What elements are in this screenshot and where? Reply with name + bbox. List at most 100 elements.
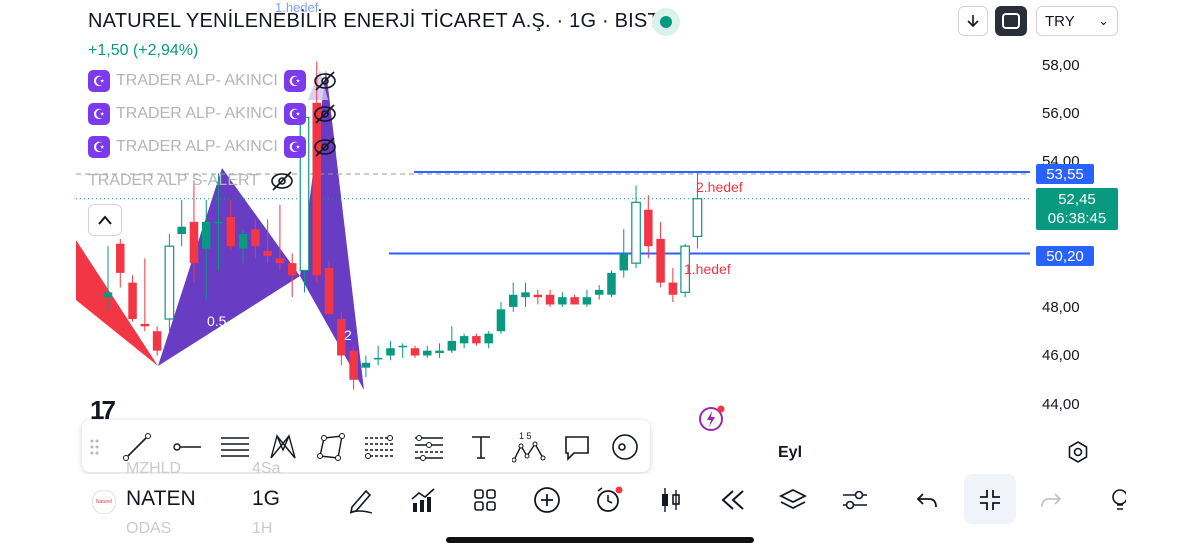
candle[interactable] <box>447 326 457 354</box>
sliders-icon <box>843 490 867 510</box>
eye-off-icon[interactable] <box>312 70 338 92</box>
horizontal-ray-icon <box>173 443 201 451</box>
candle[interactable] <box>508 282 518 312</box>
more-button[interactable] <box>1106 484 1126 516</box>
text-tool[interactable] <box>464 430 498 464</box>
candle[interactable] <box>656 221 665 288</box>
eye-off-icon[interactable] <box>269 170 295 192</box>
candle[interactable] <box>423 345 432 358</box>
candle[interactable] <box>619 229 629 278</box>
candle-body <box>644 209 653 247</box>
crescent-icon: ☪ <box>88 103 110 125</box>
horizontal-ray-tool[interactable] <box>170 430 204 464</box>
candle-body <box>619 253 629 271</box>
candle[interactable] <box>496 302 506 334</box>
elliott-wave-tool[interactable]: 1 5 <box>512 430 546 464</box>
market-status-dot[interactable] <box>652 8 680 36</box>
rewind-icon <box>721 490 744 510</box>
candle[interactable] <box>484 331 493 349</box>
candle[interactable] <box>152 326 162 356</box>
candle[interactable] <box>410 345 420 358</box>
eye-off-icon[interactable] <box>312 136 338 158</box>
replay-button[interactable] <box>716 484 750 516</box>
candle[interactable] <box>607 270 616 298</box>
object-tree-button[interactable] <box>776 484 810 516</box>
lightbulb-icon <box>1112 489 1126 510</box>
fib-ratio-label: 0.5 <box>207 313 227 329</box>
candle[interactable] <box>287 253 297 298</box>
candle[interactable] <box>582 289 592 307</box>
alerts-button[interactable] <box>592 484 626 516</box>
candle[interactable] <box>533 289 543 305</box>
exit-fullscreen-icon-wrap[interactable] <box>973 484 1007 516</box>
candle[interactable] <box>435 343 444 358</box>
drag-handle-icon[interactable] <box>84 430 104 464</box>
symbol-logo[interactable]: Naturel <box>92 490 116 514</box>
xabcd-pattern-tool[interactable] <box>266 430 300 464</box>
pattern-purple-1[interactable] <box>158 168 300 366</box>
candle[interactable] <box>128 275 137 322</box>
candle[interactable] <box>140 258 150 332</box>
candle[interactable] <box>398 343 407 358</box>
candle-body <box>656 238 665 283</box>
candle[interactable] <box>386 340 395 361</box>
candle[interactable] <box>644 195 653 259</box>
trend-line-tool[interactable] <box>120 430 154 464</box>
candle-body <box>275 258 285 264</box>
eye-off-icon[interactable] <box>312 103 338 125</box>
chart-type-button[interactable] <box>654 484 688 516</box>
alert-indicator-row[interactable]: TRADER ALP S-ALERT <box>88 170 295 192</box>
candle[interactable] <box>459 333 469 349</box>
candle[interactable] <box>594 285 604 300</box>
download-button[interactable] <box>958 6 988 36</box>
callout-tool[interactable] <box>560 430 594 464</box>
candle[interactable] <box>116 238 125 288</box>
candle[interactable] <box>558 292 567 307</box>
alert-indicator-label: TRADER ALP S-ALERT <box>88 172 260 189</box>
fullscreen-button[interactable] <box>995 6 1027 36</box>
candle[interactable] <box>472 333 481 346</box>
interval-button[interactable]: 1G <box>252 487 280 511</box>
indicators-icon <box>411 488 435 512</box>
parallel-channel-tool[interactable] <box>218 430 252 464</box>
indicator-row-3[interactable]: ☪ TRADER ALP- AKINCI ☪ <box>88 134 338 160</box>
fib-retracement-tool[interactable] <box>362 430 396 464</box>
indicator-row-1[interactable]: ☪ TRADER ALP- AKINCI ☪ <box>88 68 338 94</box>
candle[interactable] <box>668 268 678 303</box>
candle[interactable] <box>177 199 186 247</box>
candle-body <box>484 333 493 344</box>
layouts-button[interactable] <box>468 484 502 516</box>
candle[interactable] <box>349 345 358 390</box>
candle[interactable] <box>275 204 285 271</box>
fib-channel-tool[interactable] <box>412 430 446 464</box>
collapse-legend-button[interactable] <box>88 204 122 236</box>
settings-sliders-button[interactable] <box>838 484 872 516</box>
fib-channel-icon <box>415 435 443 461</box>
indicator-label: TRADER ALP- AKINCI <box>116 105 278 122</box>
cursor-tool[interactable] <box>608 430 642 464</box>
candle[interactable] <box>570 294 579 305</box>
polyline-icon <box>317 433 345 461</box>
candle[interactable] <box>164 234 175 332</box>
indicators-button[interactable] <box>406 484 440 516</box>
add-button[interactable] <box>530 484 564 516</box>
price-change: +1,50 (+2,94%) <box>88 42 199 59</box>
indicator-row-2[interactable]: ☪ TRADER ALP- AKINCI ☪ <box>88 101 338 127</box>
candle[interactable] <box>324 260 334 315</box>
ghost-symbol-above: MZHLD <box>126 460 182 477</box>
undo-button[interactable] <box>910 484 944 516</box>
flash-alert-icon[interactable] <box>698 404 726 432</box>
candle[interactable] <box>373 345 383 366</box>
chart-settings-icon[interactable] <box>1066 440 1090 464</box>
redo-button[interactable] <box>1034 484 1068 516</box>
symbol-button[interactable]: NATEN <box>126 487 196 511</box>
drawing-tools-button[interactable] <box>344 484 378 516</box>
candle[interactable] <box>545 289 555 307</box>
candle[interactable] <box>521 282 530 307</box>
candle[interactable] <box>631 185 641 269</box>
polyline-tool[interactable] <box>314 430 348 464</box>
candle-body <box>263 251 272 256</box>
currency-select[interactable]: TRY ⌄ <box>1036 6 1118 36</box>
price-tick: 48,00 <box>1042 299 1080 316</box>
candle[interactable] <box>361 355 371 378</box>
